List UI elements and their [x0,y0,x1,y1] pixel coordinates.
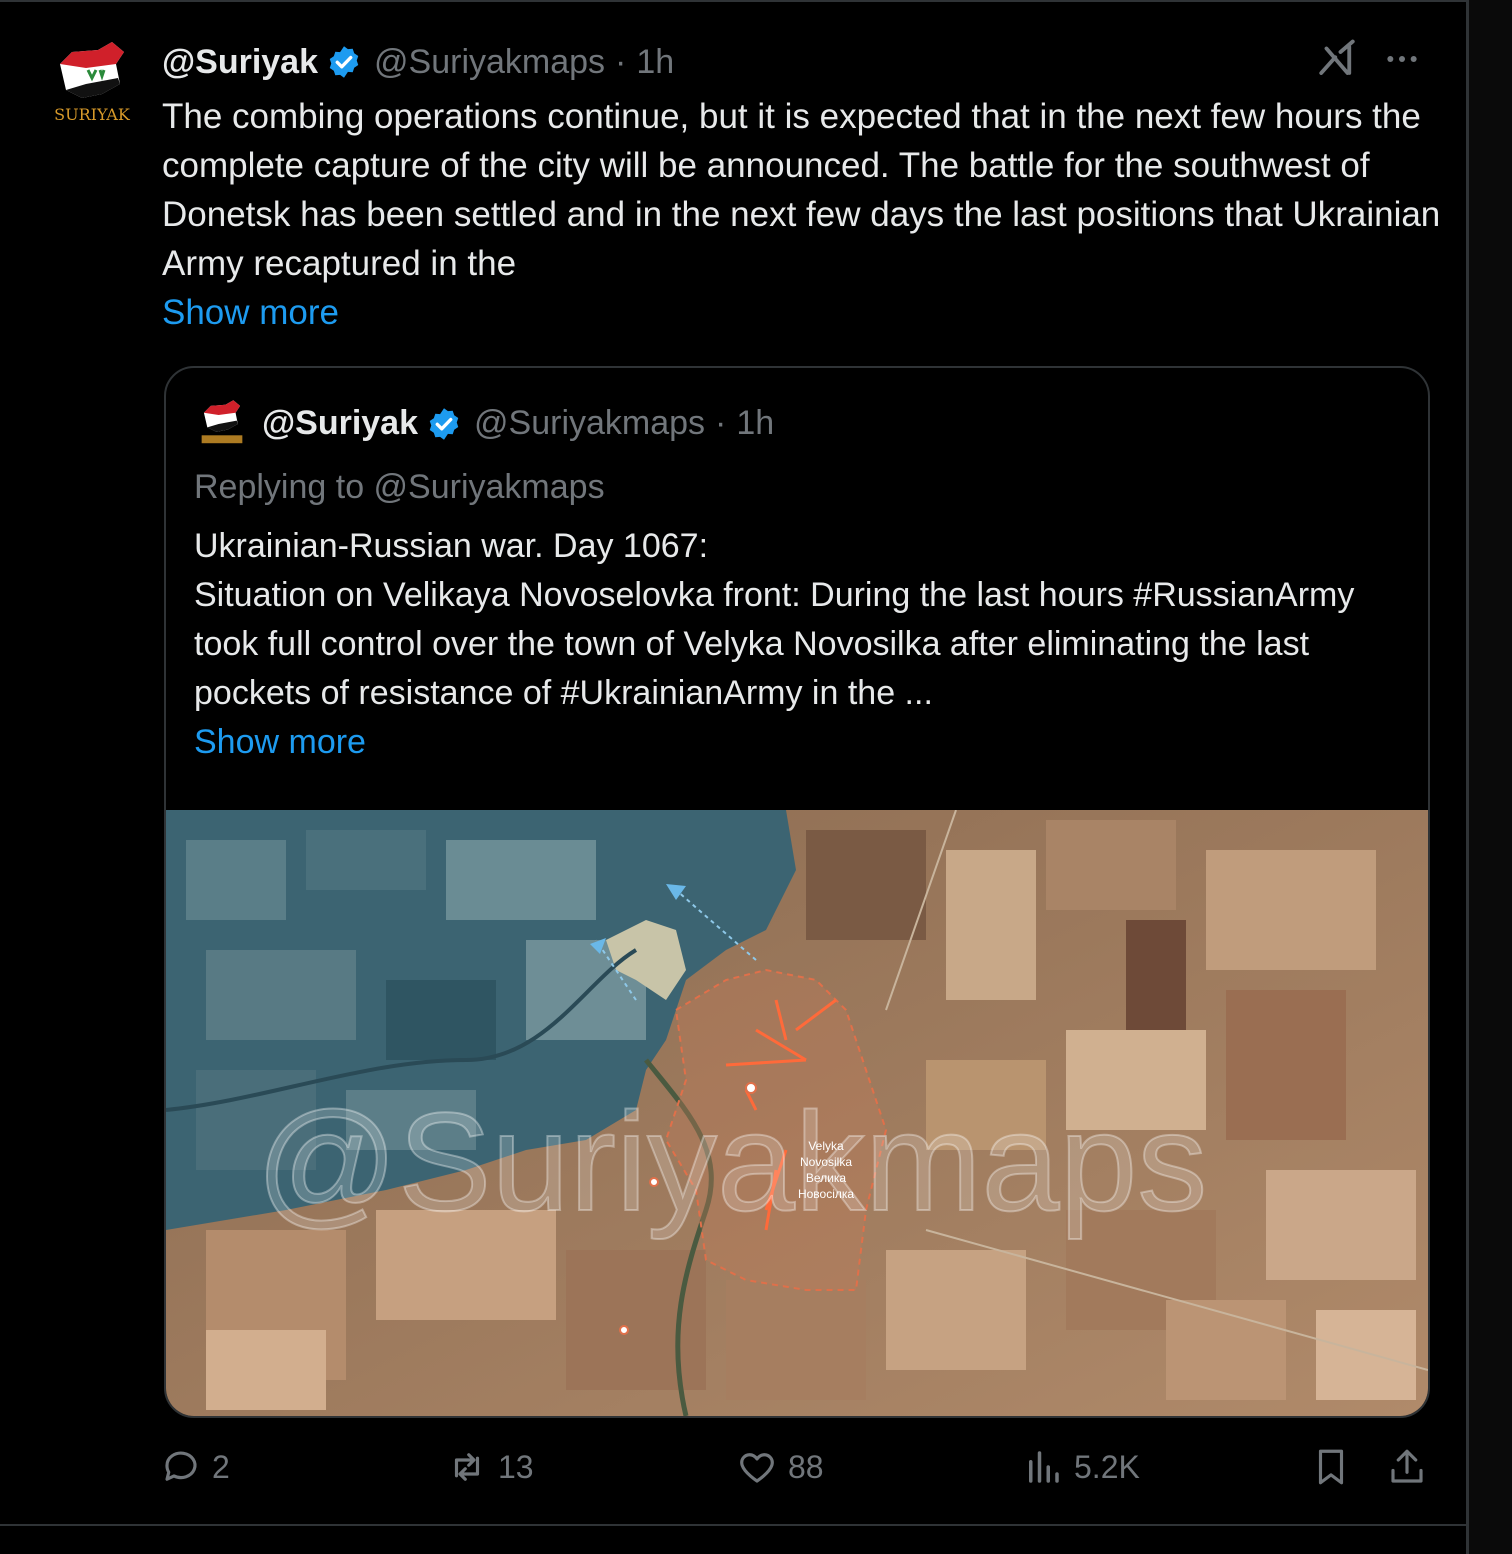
separator-dot: · [615,42,627,81]
share-button[interactable] [1386,1446,1428,1488]
avatar[interactable]: SURIYAK [46,38,138,130]
show-more-link[interactable]: Show more [162,288,1452,337]
map-town-label: Velyka [808,1139,844,1153]
share-icon [1391,1449,1423,1483]
more-icon[interactable] [1382,39,1422,84]
verified-badge-icon [326,44,362,80]
quote-header: @Suriyak @Suriyakmaps · 1h [262,404,774,443]
quote-line-2: Situation on Velikaya Novoselovka front:… [194,576,1355,712]
scroll-gutter [1469,0,1512,1554]
like-count: 88 [788,1448,824,1485]
timestamp[interactable]: 1h [636,43,674,82]
map-town-label: Novosilka [800,1155,852,1169]
repost-button[interactable]: 13 [446,1446,534,1488]
post-header: @Suriyak @Suriyakmaps · 1h [162,40,674,84]
like-button[interactable]: 88 [736,1446,824,1488]
reply-button[interactable]: 2 [160,1446,230,1488]
replying-to: Replying to @Suriyakmaps [194,468,605,506]
reply-count: 2 [212,1448,230,1485]
quoted-post[interactable]: @Suriyak @Suriyakmaps · 1h Replying to @… [164,366,1430,1418]
map-town-label: Новосілка [798,1187,854,1201]
action-bar: 2 13 88 5.2K [160,1446,1430,1498]
quote-timestamp[interactable]: 1h [736,404,774,443]
quote-handle[interactable]: @Suriyakmaps [474,404,705,443]
repost-icon [454,1453,480,1481]
views-button[interactable]: 5.2K [1022,1446,1140,1488]
reply-icon [165,1451,197,1481]
post-body: The combing operations continue, but it … [162,97,1441,283]
quote-text: Ukrainian-Russian war. Day 1067: Situati… [194,522,1404,767]
frame-bottom-border [0,1524,1468,1526]
views-icon [1029,1451,1059,1483]
bookmark-button[interactable] [1310,1446,1352,1488]
quote-show-more-link[interactable]: Show more [194,718,1404,767]
map-town-label: Велика [806,1171,846,1185]
handle[interactable]: @Suriyakmaps [374,43,605,82]
display-name[interactable]: @Suriyak [162,43,318,82]
repost-count: 13 [498,1448,534,1485]
quote-line-1: Ukrainian-Russian war. Day 1067: [194,527,709,565]
views-count: 5.2K [1074,1448,1140,1485]
avatar-text: SURIYAK [54,105,131,124]
quote-avatar[interactable] [196,398,248,450]
map-image[interactable]: @Suriyakmaps Velyka Novosilka Велика Нов… [166,810,1428,1416]
quote-display-name[interactable]: @Suriyak [262,404,418,443]
separator-dot: · [715,404,727,442]
like-icon [740,1453,774,1483]
frame-top-border [0,0,1470,2]
verified-badge-icon [426,406,462,442]
bookmark-icon [1318,1449,1344,1485]
map-watermark: @Suriyakmaps [256,1083,1207,1240]
grok-icon[interactable] [1316,38,1358,85]
post-text: The combing operations continue, but it … [162,92,1452,337]
post-top-actions [1316,38,1422,85]
